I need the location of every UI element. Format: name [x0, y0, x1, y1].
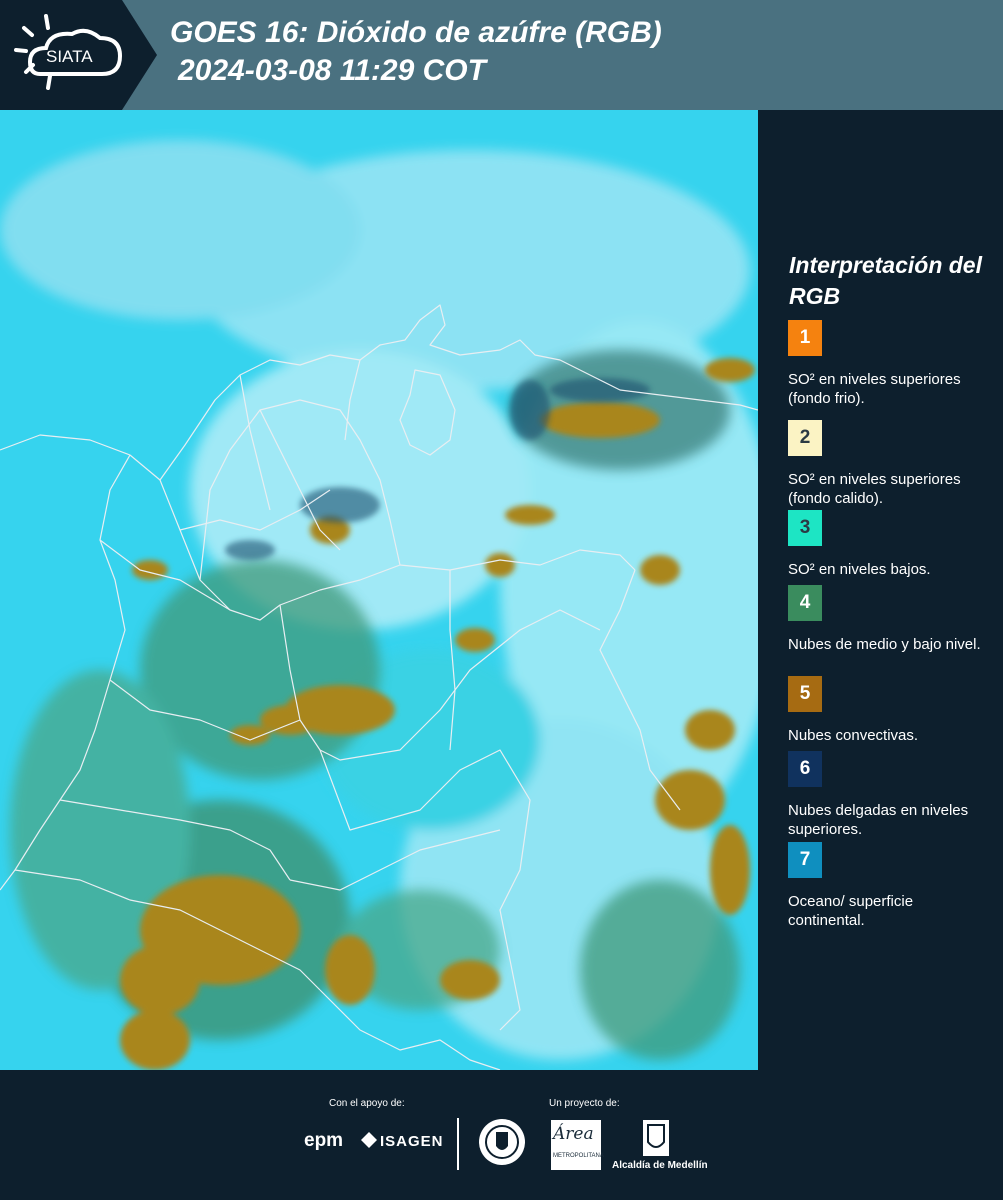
satellite-map [0, 110, 758, 1070]
area-logo-subtext: METROPOLITANA [553, 1153, 604, 1159]
page-title: GOES 16: Dióxido de azúfre (RGB) [170, 16, 662, 49]
alcaldia-shield-icon [643, 1120, 669, 1156]
legend-swatch-7: 7 [788, 842, 822, 878]
support-caption: Con el apoyo de: [329, 1098, 405, 1109]
footer-divider [457, 1118, 459, 1170]
legend-label-7: Oceano/ superficie continental. [788, 893, 914, 929]
legend-swatch-5: 5 [788, 676, 822, 712]
siata-logo: SIATA [0, 0, 158, 110]
alcaldia-text: Alcaldía de Medellín [612, 1160, 708, 1171]
legend-label-6: Nubes delgadas en niveles superiores. [788, 802, 969, 838]
medellin-seal-icon [479, 1119, 525, 1165]
footer: Con el apoyo de: Un proyecto de: epm ISA… [0, 1070, 1003, 1200]
legend-label-4: Nubes de medio y bajo nivel. [788, 636, 981, 653]
timestamp: 2024-03-08 11:29 COT [178, 54, 486, 87]
legend-panel: Interpretación del RGB 1 SO² en niveles … [758, 110, 1003, 1070]
epm-logo: epm [304, 1130, 344, 1151]
isagen-icon [361, 1132, 377, 1148]
legend-item-6: 6 Nubes delgadas en niveles superiores. [788, 751, 988, 841]
legend-item-4: 4 Nubes de medio y bajo nivel. [788, 585, 988, 675]
project-caption: Un proyecto de: [549, 1098, 620, 1109]
legend-item-1: 1 SO² en niveles superiores (fondo frio)… [788, 320, 988, 410]
header-bar: SIATA GOES 16: Dióxido de azúfre (RGB) 2… [0, 0, 1003, 110]
legend-title: Interpretación del RGB [789, 252, 982, 309]
legend-swatch-3: 3 [788, 510, 822, 546]
legend-swatch-4: 4 [788, 585, 822, 621]
area-logo-text: Área [553, 1124, 594, 1144]
legend-swatch-6: 6 [788, 751, 822, 787]
legend-swatch-2: 2 [788, 420, 822, 456]
legend-label-1: SO² en niveles superiores (fondo frio). [788, 371, 961, 407]
isagen-logo: ISAGEN [380, 1133, 444, 1150]
legend-swatch-1: 1 [788, 320, 822, 356]
siata-logo-text: SIATA [46, 47, 93, 66]
legend-item-7: 7 Oceano/ superficie continental. [788, 842, 988, 932]
